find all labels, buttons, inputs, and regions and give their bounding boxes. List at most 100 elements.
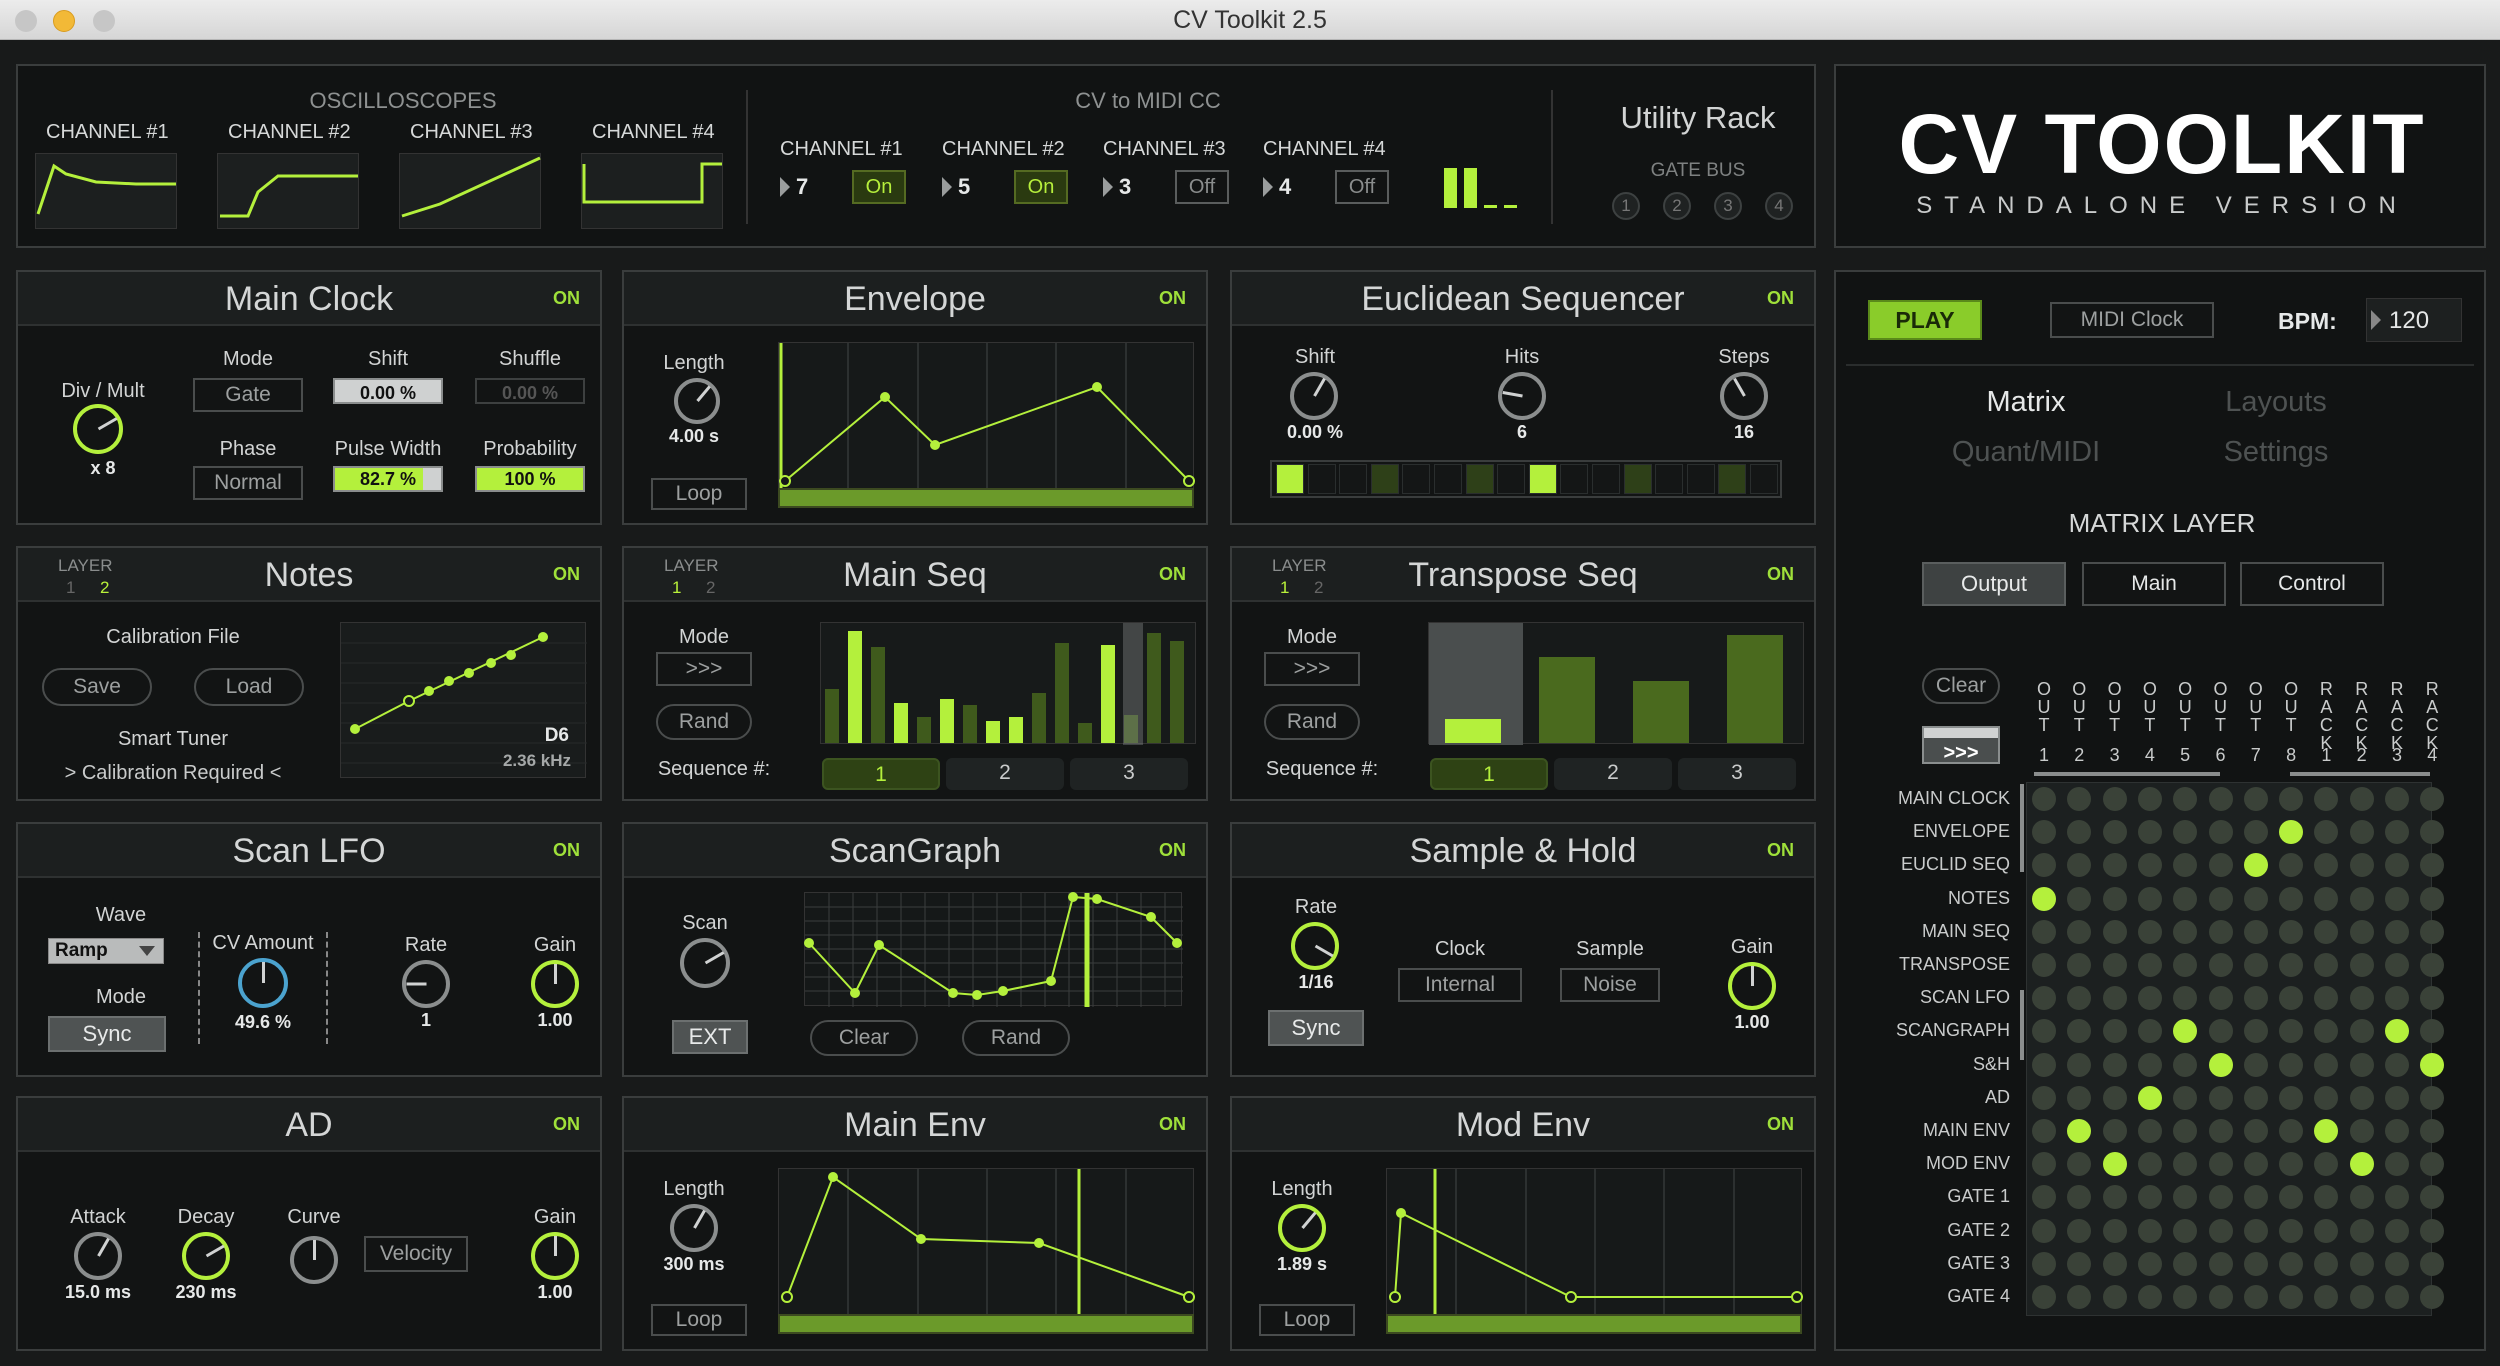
envelope-on-toggle[interactable]: ON [1159, 288, 1186, 309]
scangraph-clear-button[interactable]: Clear [810, 1020, 918, 1056]
main-seq-sequence-3[interactable]: 3 [1070, 758, 1188, 790]
wave-select[interactable]: Ramp [48, 938, 164, 964]
scangraph-on-toggle[interactable]: ON [1159, 840, 1186, 861]
euclid-hits-knob[interactable] [1498, 372, 1546, 420]
tab-quant-midi[interactable]: Quant/MIDI [1936, 436, 2116, 469]
div-mult-knob[interactable] [73, 404, 123, 454]
matrix-cell[interactable] [2032, 1285, 2056, 1309]
euclid-step[interactable] [1434, 464, 1462, 494]
matrix-cell[interactable] [2102, 1218, 2127, 1243]
midi-channel-1-toggle[interactable]: On [852, 170, 906, 204]
matrix-cell[interactable] [2243, 1152, 2268, 1177]
matrix-cell[interactable] [2137, 787, 2162, 811]
main-seq-bar[interactable] [963, 705, 977, 743]
gate-bus-3[interactable]: 3 [1714, 192, 1742, 220]
main-seq-bar[interactable] [940, 699, 954, 743]
tab-layouts[interactable]: Layouts [2196, 386, 2356, 419]
matrix-cell[interactable] [2243, 1052, 2268, 1077]
matrix-cell[interactable] [2102, 1119, 2127, 1143]
matrix-cell[interactable] [2137, 886, 2162, 911]
matrix-cell[interactable] [2102, 953, 2127, 977]
matrix-arrows-button[interactable]: >>> [1922, 726, 2000, 764]
gate-bus-2[interactable]: 2 [1663, 192, 1691, 220]
matrix-cell[interactable] [2208, 919, 2233, 944]
main-seq-bar[interactable] [1101, 645, 1115, 743]
lfo-mode-sync-button[interactable]: Sync [48, 1016, 166, 1052]
euclid-step[interactable] [1339, 464, 1368, 494]
matrix-cell[interactable] [2208, 1218, 2233, 1243]
scan-lfo-on-toggle[interactable]: ON [553, 840, 580, 861]
euclid-step[interactable] [1465, 464, 1494, 494]
matrix-cell[interactable] [2173, 1218, 2198, 1243]
euclid-step[interactable] [1528, 464, 1557, 494]
matrix-cell[interactable] [2385, 787, 2409, 811]
main-env-graph[interactable] [778, 1168, 1195, 1319]
midi-cc-3-arrow-icon[interactable] [1103, 177, 1113, 197]
main-seq-bar[interactable] [1170, 641, 1184, 743]
main-seq-bar[interactable] [871, 647, 885, 743]
matrix-cell[interactable] [2137, 919, 2162, 944]
matrix-cell[interactable] [2137, 1119, 2162, 1143]
midi-cc-4-number[interactable]: 4 [1279, 174, 1291, 200]
ad-on-toggle[interactable]: ON [553, 1114, 580, 1135]
scangraph-graph[interactable] [804, 892, 1183, 1007]
matrix-output-button[interactable]: Output [1922, 562, 2066, 606]
osc-channel-2-scope[interactable] [217, 153, 359, 229]
matrix-cell[interactable] [2349, 953, 2374, 977]
scan-knob[interactable] [680, 938, 730, 988]
envelope-loop-button[interactable]: Loop [651, 478, 747, 510]
matrix-cell[interactable] [2243, 953, 2268, 977]
matrix-scrollbar-2[interactable] [2020, 990, 2024, 1060]
euclid-step[interactable] [1592, 464, 1620, 494]
matrix-cell[interactable] [2349, 986, 2374, 1011]
matrix-cell[interactable] [2032, 1119, 2056, 1143]
matrix-cell[interactable] [2208, 1052, 2233, 1077]
matrix-cell[interactable] [2102, 1185, 2127, 1210]
matrix-cell[interactable] [2385, 1285, 2409, 1309]
matrix-cell[interactable] [2279, 1052, 2304, 1077]
phase-select[interactable]: Normal [193, 466, 303, 500]
matrix-cell[interactable] [2032, 1052, 2056, 1077]
euclid-steps-knob[interactable] [1720, 372, 1768, 420]
matrix-cell[interactable] [2279, 1251, 2304, 1276]
matrix-cell[interactable] [2102, 1019, 2127, 1044]
euclid-step[interactable] [1560, 464, 1589, 494]
matrix-cell[interactable] [2279, 1285, 2304, 1309]
midi-channel-2-toggle[interactable]: On [1014, 170, 1068, 204]
matrix-cell[interactable] [2032, 1152, 2056, 1177]
transpose-seq-rand-button[interactable]: Rand [1264, 704, 1360, 740]
matrix-cell[interactable] [2173, 787, 2198, 811]
midi-clock-button[interactable]: MIDI Clock [2050, 302, 2214, 338]
ad-gain-knob[interactable] [531, 1232, 579, 1280]
main-env-on-toggle[interactable]: ON [1159, 1114, 1186, 1135]
envelope-graph[interactable] [778, 342, 1195, 493]
main-seq-mode-button[interactable]: >>> [656, 652, 752, 686]
probability-field[interactable]: 100 % [475, 466, 585, 492]
matrix-cell[interactable] [2208, 1019, 2233, 1044]
matrix-clear-button[interactable]: Clear [1922, 668, 2000, 704]
midi-cc-3-number[interactable]: 3 [1119, 174, 1131, 200]
matrix-cell[interactable] [2349, 886, 2374, 911]
matrix-scrollbar[interactable] [2020, 784, 2024, 872]
main-seq-on-toggle[interactable]: ON [1159, 564, 1186, 585]
main-env-loop-button[interactable]: Loop [651, 1304, 747, 1336]
midi-cc-4-arrow-icon[interactable] [1263, 177, 1273, 197]
matrix-cell[interactable] [2385, 1052, 2409, 1077]
transpose-seq-bars[interactable] [1428, 622, 1804, 745]
calibration-save-button[interactable]: Save [42, 668, 152, 706]
transpose-seq-sequence-2[interactable]: 2 [1554, 758, 1672, 790]
mod-env-graph[interactable] [1386, 1168, 1803, 1319]
sh-sync-button[interactable]: Sync [1268, 1010, 1364, 1046]
matrix-cell[interactable] [2279, 953, 2304, 977]
matrix-cell[interactable] [2208, 1185, 2233, 1210]
gate-bus-4[interactable]: 4 [1765, 192, 1793, 220]
main-seq-bar[interactable] [848, 631, 862, 743]
matrix-cell[interactable] [2243, 919, 2268, 944]
matrix-cell[interactable] [2385, 1152, 2409, 1177]
velocity-button[interactable]: Velocity [364, 1236, 468, 1272]
matrix-cell[interactable] [2102, 853, 2127, 878]
matrix-cell[interactable] [2208, 886, 2233, 911]
matrix-cell[interactable] [2032, 919, 2056, 944]
euclid-step[interactable] [1370, 464, 1399, 494]
matrix-cell[interactable] [2102, 1052, 2127, 1077]
